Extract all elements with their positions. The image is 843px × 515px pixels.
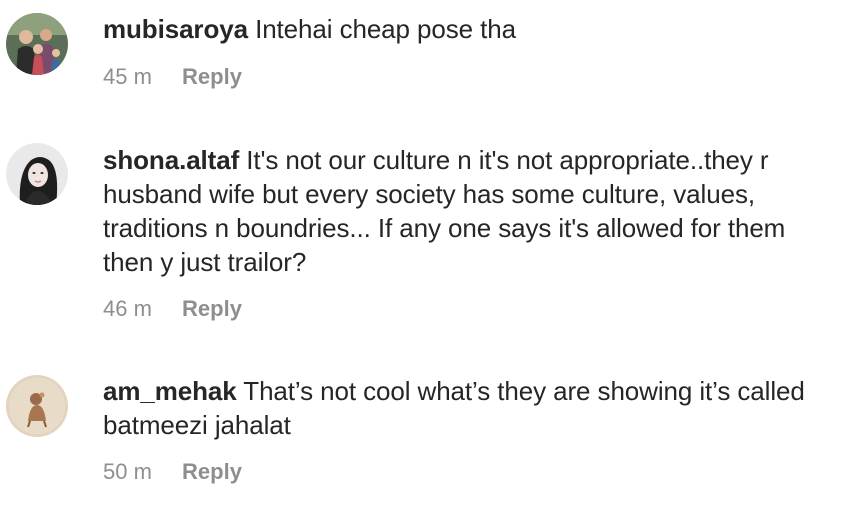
avatar-image-icon: [6, 143, 68, 205]
comment-timestamp: 45 m: [103, 64, 152, 89]
comment-meta: 46 m Reply: [103, 295, 242, 323]
avatar[interactable]: [6, 375, 68, 437]
comment-timestamp: 46 m: [103, 296, 152, 321]
comment-meta: 50 m Reply: [103, 458, 242, 486]
avatar[interactable]: [6, 143, 68, 205]
reply-button[interactable]: Reply: [182, 458, 242, 486]
comment-username[interactable]: mubisaroya: [103, 14, 248, 44]
comment-text-block: shona.altaf It's not our culture n it's …: [103, 143, 838, 279]
comment-text: Intehai cheap pose tha: [255, 14, 516, 44]
reply-button[interactable]: Reply: [182, 63, 242, 91]
reply-button[interactable]: Reply: [182, 295, 242, 323]
comment-meta: 45 m Reply: [103, 63, 242, 91]
comment-username[interactable]: am_mehak: [103, 376, 237, 406]
avatar-image-icon: [6, 375, 68, 437]
avatar-image-icon: [6, 13, 68, 75]
comment-text-block: mubisaroya Intehai cheap pose tha: [103, 12, 838, 46]
avatar[interactable]: [6, 13, 68, 75]
comment-text-block: am_mehak That’s not cool what’s they are…: [103, 374, 838, 442]
comment-username[interactable]: shona.altaf: [103, 145, 239, 175]
comment-list: mubisaroya Intehai cheap pose tha 45 m R…: [0, 0, 843, 515]
comment-timestamp: 50 m: [103, 459, 152, 484]
